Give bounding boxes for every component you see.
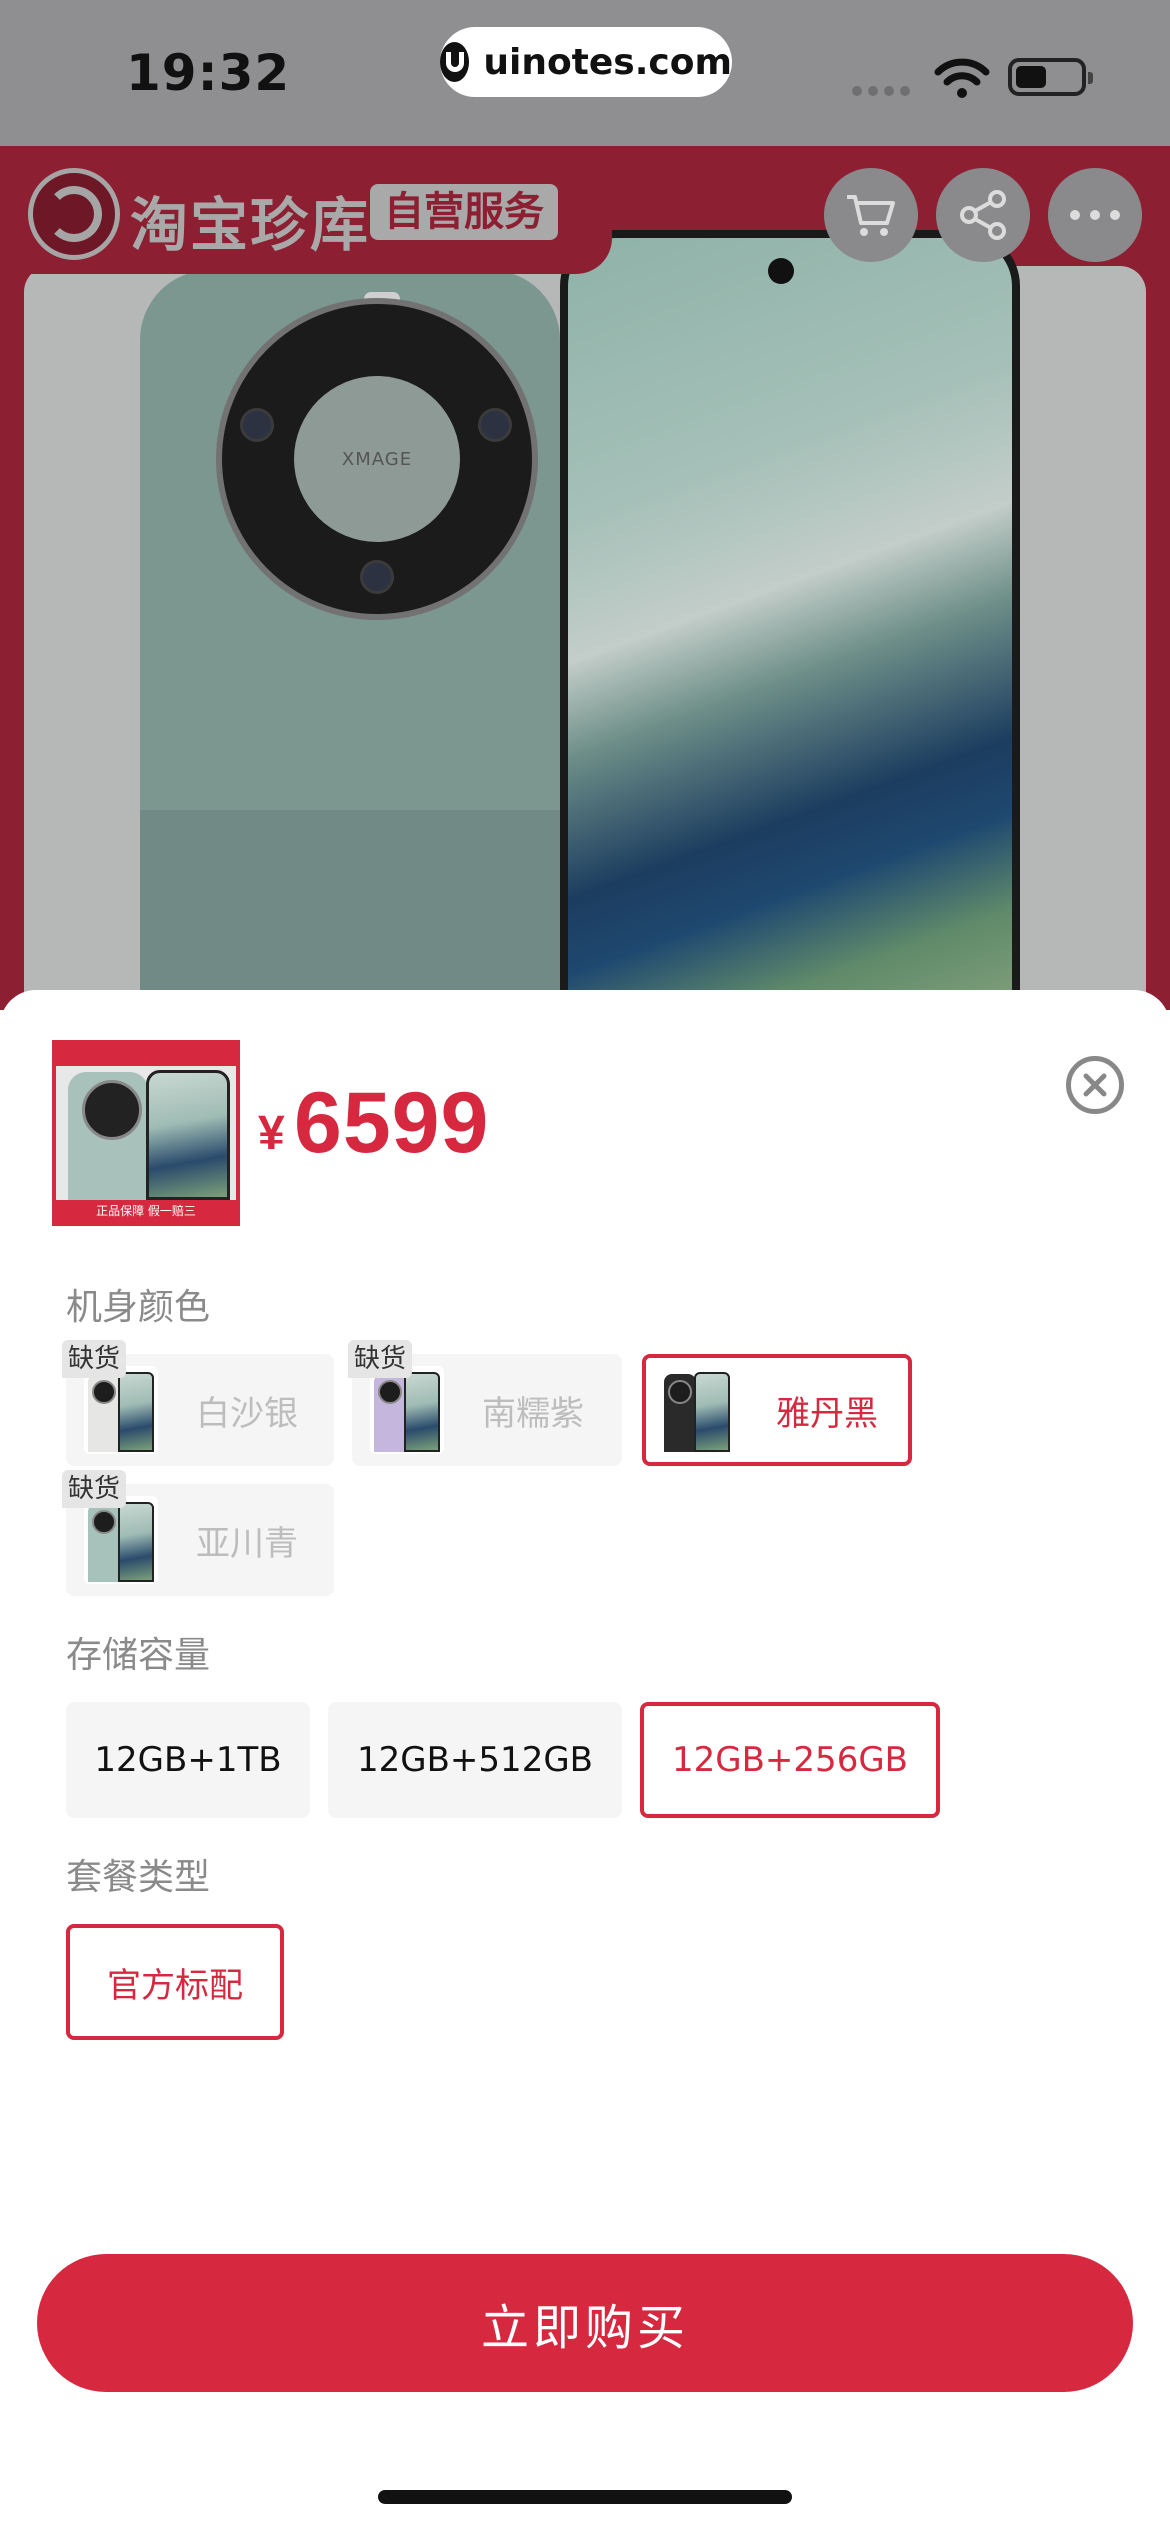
color-swatch	[370, 1366, 444, 1454]
cart-button[interactable]	[824, 168, 918, 262]
out-of-stock-badge: 缺货	[62, 1470, 127, 1508]
brand-logo-icon	[28, 168, 120, 260]
status-time: 19:32	[126, 44, 291, 102]
camera-brand-text: XMAGE	[294, 376, 460, 542]
sku-selection-sheet: 正品保障 假一赔三 ¥ 6599 机身颜色 白沙银 缺货 南糯紫 缺货 雅丹黑	[0, 990, 1170, 2532]
brand-badge: 自营服务	[370, 184, 558, 240]
color-option-green[interactable]: 亚川青 缺货	[62, 1470, 334, 1596]
product-thumbnail: 正品保障 假一赔三	[52, 1040, 240, 1226]
color-option-label: 南糯紫	[482, 1393, 584, 1434]
more-icon	[1070, 210, 1120, 220]
phone-front-image	[560, 230, 1020, 1010]
cart-icon	[847, 195, 895, 236]
cellular-signal-icon	[852, 86, 910, 96]
buy-now-button[interactable]: 立即购买	[37, 2254, 1133, 2392]
color-swatch	[660, 1366, 734, 1454]
url-text: uinotes.com	[483, 41, 732, 83]
brand-name: 淘宝珍库	[130, 191, 371, 259]
color-option-silver[interactable]: 白沙银 缺货	[62, 1340, 334, 1466]
storage-option-label: 12GB+1TB	[94, 1740, 282, 1780]
price-currency: ¥	[258, 1107, 285, 1160]
color-option-label: 亚川青	[196, 1523, 298, 1564]
share-icon	[960, 190, 1006, 240]
color-section-title: 机身颜色	[66, 1287, 211, 1328]
site-logo-icon	[440, 42, 470, 82]
more-button[interactable]	[1048, 168, 1142, 262]
battery-icon	[1008, 58, 1093, 96]
phone-back-image: XMAGE	[140, 270, 560, 1010]
close-button[interactable]	[1066, 1056, 1124, 1114]
storage-option-label: 12GB+512GB	[357, 1740, 593, 1780]
color-option-purple[interactable]: 南糯紫 缺货	[348, 1340, 622, 1466]
url-pill[interactable]: uinotes.com	[440, 27, 732, 97]
package-option-official[interactable]: 官方标配	[66, 1924, 284, 2040]
thumbnail-caption: 正品保障 假一赔三	[56, 1200, 236, 1222]
out-of-stock-badge: 缺货	[62, 1340, 127, 1378]
product-page-background: 19:32 uinotes.com XMAGE 淘宝珍库 自营服务	[0, 0, 1170, 1010]
color-option-label: 白沙银	[196, 1393, 298, 1434]
share-button[interactable]	[936, 168, 1030, 262]
storage-option-512gb[interactable]: 12GB+512GB	[328, 1702, 622, 1818]
package-section-title: 套餐类型	[66, 1857, 211, 1898]
status-bar: 19:32 uinotes.com	[0, 0, 1170, 146]
storage-section-title: 存储容量	[66, 1635, 211, 1676]
color-option-black[interactable]: 雅丹黑	[642, 1354, 912, 1466]
wifi-icon	[934, 58, 990, 98]
color-swatch	[84, 1496, 158, 1584]
storage-option-256gb[interactable]: 12GB+256GB	[640, 1702, 940, 1818]
storage-option-label: 12GB+256GB	[672, 1740, 908, 1780]
close-icon	[1083, 1073, 1107, 1097]
storage-option-1tb[interactable]: 12GB+1TB	[66, 1702, 310, 1818]
out-of-stock-badge: 缺货	[348, 1340, 413, 1378]
color-swatch	[84, 1366, 158, 1454]
home-indicator	[378, 2490, 792, 2504]
color-option-label: 雅丹黑	[776, 1393, 878, 1434]
package-option-label: 官方标配	[107, 1965, 243, 2006]
price-amount: 6599	[294, 1075, 490, 1171]
